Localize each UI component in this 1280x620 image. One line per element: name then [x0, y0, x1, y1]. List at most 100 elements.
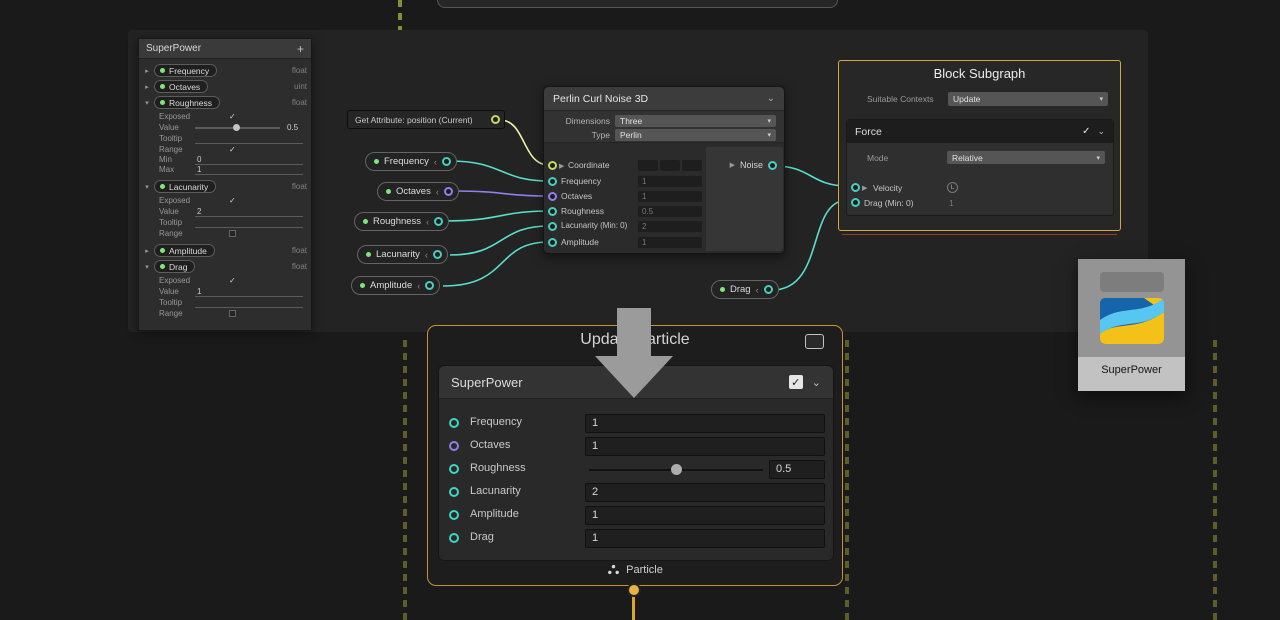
chevron-down-icon[interactable]: ▾	[143, 263, 151, 271]
blackboard-property-frequency[interactable]: ▸ Frequency float	[143, 63, 307, 78]
collapse-icon[interactable]: ‹	[436, 187, 439, 197]
property-pill[interactable]: Drag	[154, 260, 195, 273]
chevron-down-icon[interactable]: ⌄	[1097, 126, 1105, 137]
checkbox-checked[interactable]: ✓	[229, 145, 236, 154]
output-port[interactable]	[768, 161, 777, 170]
parameter-node-frequency[interactable]: Frequency ‹	[365, 152, 457, 171]
collapse-icon[interactable]: ‹	[756, 285, 759, 295]
expand-arrow-icon[interactable]: ▶	[862, 184, 867, 192]
parameter-node-octaves[interactable]: Octaves ‹	[377, 182, 459, 201]
property-pill[interactable]: Lacunarity	[154, 180, 216, 193]
node-header[interactable]: Perlin Curl Noise 3D ⌄	[544, 87, 784, 111]
collapse-icon[interactable]: ‹	[425, 250, 428, 260]
checkbox-unchecked[interactable]	[229, 230, 236, 237]
tooltip-field[interactable]	[195, 218, 303, 228]
input-port[interactable]	[851, 198, 860, 207]
value-field[interactable]: 1	[585, 529, 825, 548]
block-enabled-checkbox[interactable]: ✓	[1082, 126, 1090, 137]
property-pill[interactable]: Amplitude	[154, 244, 215, 257]
value-field[interactable]: 1	[195, 287, 303, 297]
expand-arrow-icon[interactable]: ▶	[559, 162, 564, 170]
roughness-slider[interactable]: 0.5	[585, 460, 825, 479]
value-field[interactable]: 1	[638, 237, 702, 248]
vector-subfields[interactable]	[638, 160, 702, 171]
blackboard-property-drag[interactable]: ▾ Drag float	[143, 259, 307, 274]
parameter-node-lacunarity[interactable]: Lacunarity ‹	[357, 245, 448, 264]
property-pill[interactable]: Octaves	[154, 80, 208, 93]
parameter-node-amplitude[interactable]: Amplitude ‹	[351, 276, 440, 295]
output-port[interactable]	[764, 285, 773, 294]
value-field[interactable]: 0.5	[638, 206, 702, 217]
blackboard-property-roughness[interactable]: ▾ Roughness float	[143, 95, 307, 110]
block-header[interactable]: Force ✓ ⌄	[847, 120, 1113, 143]
local-space-badge[interactable]: L	[947, 182, 958, 193]
parameter-node-drag[interactable]: Drag ‹	[711, 280, 779, 299]
flow-port[interactable]	[627, 583, 641, 597]
output-port[interactable]	[491, 115, 500, 124]
property-pill[interactable]: Frequency	[154, 64, 217, 77]
get-attribute-node[interactable]: Get Attribute: position (Current)	[347, 110, 505, 129]
chevron-down-icon[interactable]: ⌄	[767, 93, 775, 104]
input-port[interactable]	[449, 441, 459, 451]
checkbox-checked[interactable]: ✓	[229, 196, 236, 205]
input-port[interactable]	[449, 533, 459, 543]
input-port[interactable]	[548, 222, 557, 231]
type-dropdown[interactable]: Perlin▾	[615, 129, 776, 141]
blackboard-property-octaves[interactable]: ▸ Octaves uint	[143, 79, 307, 94]
force-block[interactable]: Force ✓ ⌄ Mode Relative▾ ▶ Velocity L Dr…	[846, 119, 1114, 216]
chevron-right-icon[interactable]: ▸	[143, 67, 151, 75]
output-port[interactable]	[444, 187, 453, 196]
perlin-curl-noise-node[interactable]: Perlin Curl Noise 3D ⌄ Dimensions Three▾…	[543, 86, 785, 254]
value-field[interactable]: 1	[585, 506, 825, 525]
chevron-down-icon[interactable]: ▾	[143, 183, 151, 191]
checkbox-checked[interactable]: ✓	[229, 112, 236, 121]
value-field[interactable]: 1	[585, 437, 825, 456]
blackboard-property-lacunarity[interactable]: ▾ Lacunarity float	[143, 179, 307, 194]
context-header-toggle[interactable]	[805, 334, 824, 349]
parameter-node-roughness[interactable]: Roughness ‹	[354, 212, 449, 231]
input-port[interactable]	[548, 161, 557, 170]
suitable-contexts-dropdown[interactable]: Update▾	[948, 92, 1108, 106]
collapse-icon[interactable]: ‹	[417, 281, 420, 291]
input-port[interactable]	[449, 464, 459, 474]
output-port[interactable]	[425, 281, 434, 290]
value-field[interactable]: 2	[638, 221, 702, 232]
value-slider[interactable]	[195, 127, 280, 129]
mode-dropdown[interactable]: Relative▾	[947, 151, 1105, 164]
collapse-icon[interactable]: ‹	[434, 157, 437, 167]
value-field[interactable]: 2	[585, 483, 825, 502]
value-field[interactable]: 1	[638, 191, 702, 202]
checkbox-checked[interactable]: ✓	[229, 276, 236, 285]
tooltip-field[interactable]	[195, 298, 303, 308]
input-port[interactable]	[449, 418, 459, 428]
max-field[interactable]: 1	[195, 165, 303, 175]
value-field[interactable]: 0.5	[769, 460, 825, 479]
input-port[interactable]	[851, 183, 860, 192]
input-port[interactable]	[548, 238, 557, 247]
property-pill[interactable]: Roughness	[154, 96, 220, 109]
input-port[interactable]	[548, 177, 557, 186]
output-port[interactable]	[434, 217, 443, 226]
input-port[interactable]	[548, 192, 557, 201]
blackboard-header[interactable]: SuperPower +	[139, 39, 311, 59]
input-port[interactable]	[548, 207, 557, 216]
slider-knob[interactable]	[671, 464, 682, 475]
dimensions-dropdown[interactable]: Three▾	[615, 115, 776, 127]
min-field[interactable]: 0	[195, 155, 303, 165]
tooltip-field[interactable]	[195, 134, 303, 144]
chevron-right-icon[interactable]: ▸	[143, 247, 151, 255]
chevron-right-icon[interactable]: ▸	[143, 83, 151, 91]
chevron-down-icon[interactable]: ⌄	[812, 376, 821, 389]
value-field[interactable]: 2	[195, 207, 303, 217]
add-property-button[interactable]: +	[297, 42, 304, 56]
chevron-down-icon[interactable]: ▾	[143, 99, 151, 107]
input-port[interactable]	[449, 487, 459, 497]
input-port[interactable]	[449, 510, 459, 520]
blackboard-property-amplitude[interactable]: ▸ Amplitude float	[143, 243, 307, 258]
block-enabled-checkbox[interactable]: ✓	[789, 375, 803, 389]
value-field[interactable]: 1	[638, 176, 702, 187]
collapse-icon[interactable]: ‹	[426, 217, 429, 227]
output-port[interactable]	[442, 157, 451, 166]
output-port[interactable]	[433, 250, 442, 259]
subgraph-asset-tile[interactable]: SuperPower	[1078, 259, 1185, 391]
